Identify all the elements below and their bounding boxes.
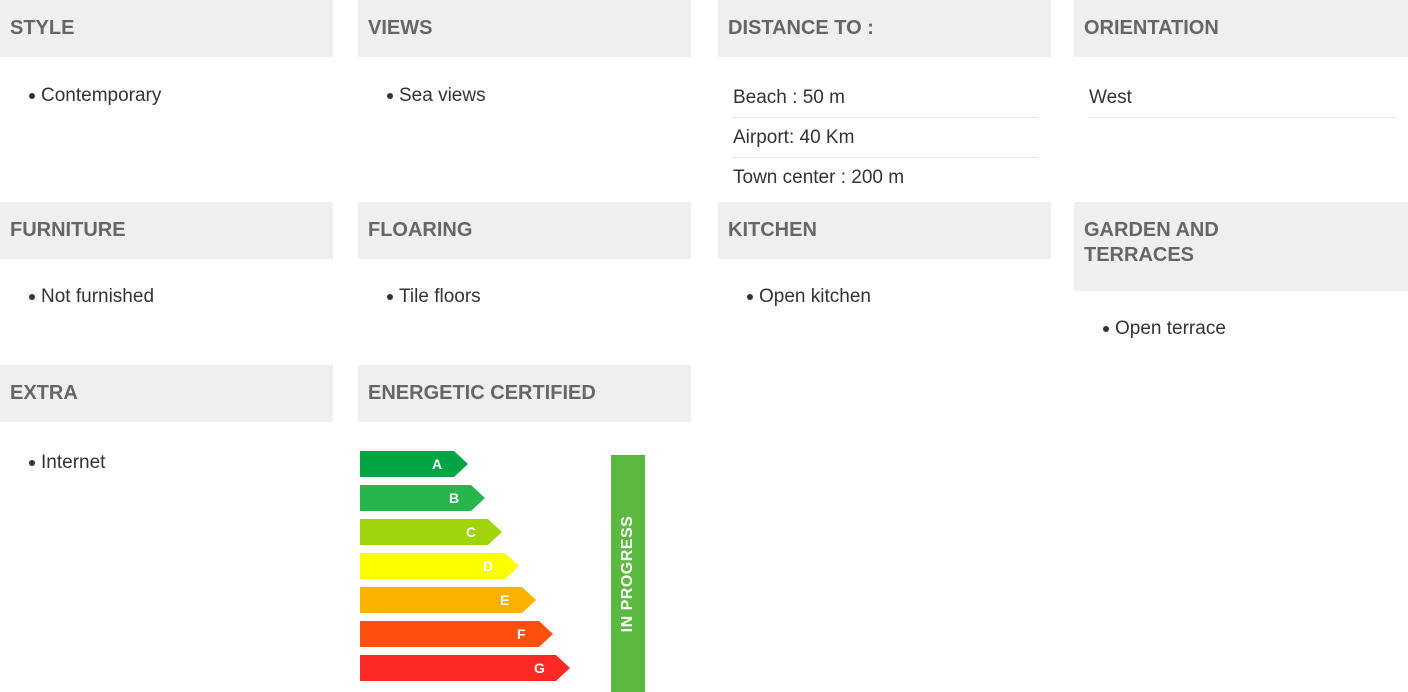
furniture-heading: FURNITURE — [0, 202, 333, 259]
orientation-heading: ORIENTATION — [1074, 0, 1408, 57]
garden-list: Open terrace — [1074, 318, 1226, 340]
energy-class-label: F — [517, 626, 526, 642]
garden-heading: GARDEN AND TERRACES — [1074, 202, 1408, 291]
energy-class-label: B — [449, 490, 460, 506]
list-item: Contemporary — [0, 85, 161, 107]
energy-class-label: E — [500, 592, 510, 608]
list-item: Beach : 50 m — [732, 78, 1038, 118]
energy-class-label: A — [432, 456, 443, 472]
distance-list: Beach : 50 m Airport: 40 Km Town center … — [732, 78, 1038, 198]
kitchen-list: Open kitchen — [718, 286, 871, 308]
list-item: Not furnished — [0, 286, 154, 308]
views-heading: VIEWS — [358, 0, 691, 57]
list-item: Internet — [0, 452, 105, 474]
furniture-list: Not furnished — [0, 286, 154, 308]
flooring-list: Tile floors — [358, 286, 481, 308]
flooring-heading: FLOARING — [358, 202, 691, 259]
energy-class-c: C — [360, 519, 502, 545]
energy-class-a: A — [360, 451, 468, 477]
views-list: Sea views — [358, 85, 486, 107]
energy-class-g: G — [360, 655, 570, 681]
extra-list: Internet — [0, 452, 105, 474]
list-item: West — [1088, 78, 1396, 118]
energy-class-label: C — [466, 524, 477, 540]
list-item: Town center : 200 m — [733, 167, 905, 188]
energy-status-badge: IN PROGRESS — [611, 455, 645, 692]
energy-class-e: E — [360, 587, 536, 613]
extra-heading: EXTRA — [0, 365, 333, 422]
distance-heading: DISTANCE TO : — [718, 0, 1051, 57]
list-item: Sea views — [358, 85, 486, 107]
energy-class-label: D — [483, 558, 494, 574]
style-list: Contemporary — [0, 85, 161, 107]
energy-class-d: D — [360, 553, 519, 579]
energy-heading: ENERGETIC CERTIFIED — [358, 365, 691, 422]
energy-class-label: G — [534, 660, 545, 676]
orientation-list: West — [1088, 78, 1396, 118]
list-item: Tile floors — [358, 286, 481, 308]
energy-class-b: B — [360, 485, 485, 511]
kitchen-heading: KITCHEN — [718, 202, 1051, 259]
list-item: Airport: 40 Km — [732, 118, 1038, 158]
energy-class-f: F — [360, 621, 553, 647]
style-heading: STYLE — [0, 0, 333, 57]
list-item: Open kitchen — [718, 286, 871, 308]
energy-status-label: IN PROGRESS — [619, 515, 636, 632]
list-item: Open terrace — [1074, 318, 1226, 340]
